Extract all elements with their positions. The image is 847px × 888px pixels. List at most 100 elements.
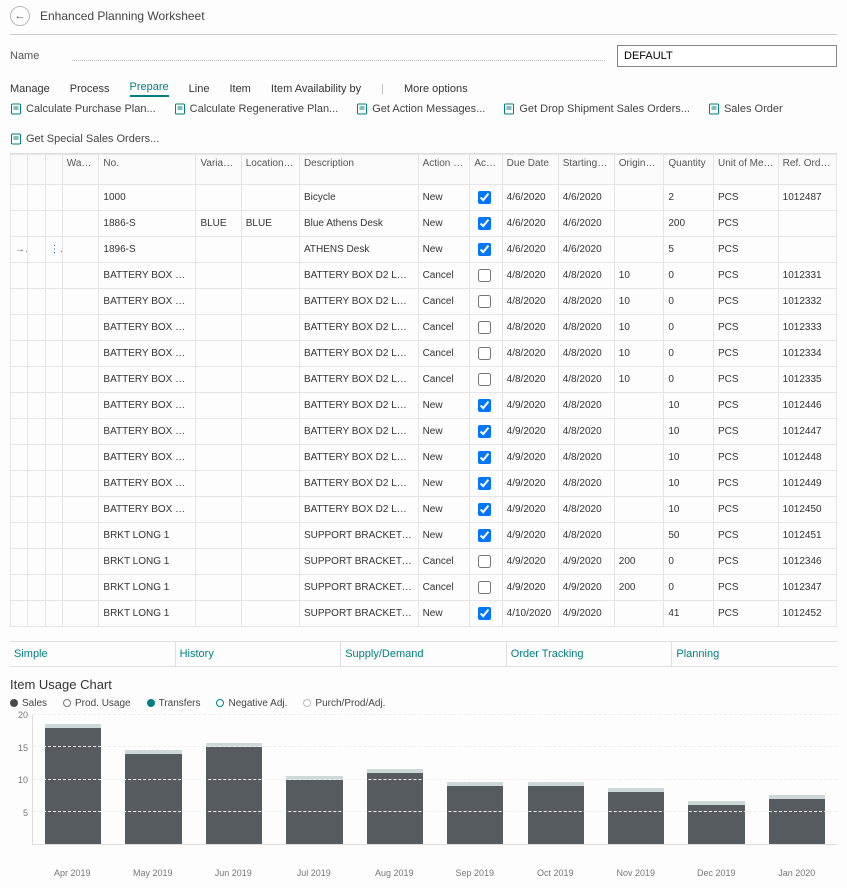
legend-item[interactable]: Sales bbox=[10, 698, 47, 709]
cell[interactable]: Blue Athens Desk bbox=[299, 211, 418, 237]
cell[interactable]: New bbox=[418, 393, 470, 419]
cell[interactable]: 4/9/2020 bbox=[502, 445, 558, 471]
cell[interactable]: 1896-S bbox=[99, 237, 196, 263]
cell[interactable]: 1012450 bbox=[778, 497, 836, 523]
cell[interactable]: 1012446 bbox=[778, 393, 836, 419]
col-header[interactable]: Warn... bbox=[62, 155, 99, 185]
cell[interactable]: 4/9/2020 bbox=[502, 471, 558, 497]
cell[interactable] bbox=[241, 497, 299, 523]
cell[interactable]: 10 bbox=[664, 471, 714, 497]
chart-tab-planning[interactable]: Planning bbox=[671, 641, 837, 666]
table-row[interactable]: BRKT LONG 1SUPPORT BRACKET LONGCancel4/9… bbox=[11, 549, 837, 575]
accept-action-checkbox[interactable] bbox=[470, 263, 502, 289]
cell[interactable]: BATTERY BOX D2 LH AL bbox=[299, 393, 418, 419]
cell[interactable]: 4/6/2020 bbox=[558, 211, 614, 237]
table-row[interactable]: BATTERY BOX D2 LH ALBATTERY BOX D2 LH AL… bbox=[11, 315, 837, 341]
cell[interactable]: 4/9/2020 bbox=[502, 523, 558, 549]
chart-tab-order-tracking[interactable]: Order Tracking bbox=[506, 641, 672, 666]
chart-tab-supply-demand[interactable]: Supply/Demand bbox=[340, 641, 506, 666]
cell[interactable] bbox=[241, 471, 299, 497]
cell[interactable]: 4/8/2020 bbox=[558, 315, 614, 341]
cell[interactable]: PCS bbox=[713, 549, 778, 575]
cell[interactable]: 4/9/2020 bbox=[502, 575, 558, 601]
cell[interactable]: Cancel bbox=[418, 315, 470, 341]
cell[interactable]: 10 bbox=[614, 367, 664, 393]
cell[interactable] bbox=[196, 263, 241, 289]
action-get-drop-shipment-sales-orders-[interactable]: Get Drop Shipment Sales Orders... bbox=[503, 103, 690, 115]
cell[interactable] bbox=[196, 315, 241, 341]
cell[interactable]: 10 bbox=[614, 289, 664, 315]
cell[interactable]: PCS bbox=[713, 471, 778, 497]
bar[interactable] bbox=[757, 715, 837, 844]
legend-item[interactable]: Transfers bbox=[147, 698, 201, 709]
col-header[interactable]: Original Quantity bbox=[614, 155, 664, 185]
cell[interactable]: BATTERY BOX D2 LH AL bbox=[99, 341, 196, 367]
cell[interactable] bbox=[196, 367, 241, 393]
cell[interactable]: 1012448 bbox=[778, 445, 836, 471]
cell[interactable]: BATTERY BOX D2 LH AL bbox=[299, 289, 418, 315]
bar[interactable] bbox=[113, 715, 193, 844]
cell[interactable]: New bbox=[418, 497, 470, 523]
col-header[interactable]: Unit of Measure Code bbox=[713, 155, 778, 185]
cell[interactable]: Cancel bbox=[418, 289, 470, 315]
cell[interactable]: 10 bbox=[614, 341, 664, 367]
cell[interactable] bbox=[614, 393, 664, 419]
cell[interactable]: 1012334 bbox=[778, 341, 836, 367]
cell[interactable]: BATTERY BOX D2 LH AL bbox=[99, 419, 196, 445]
cell[interactable]: 1012347 bbox=[778, 575, 836, 601]
col-header[interactable]: Location Code bbox=[241, 155, 299, 185]
cell[interactable]: 0 bbox=[664, 315, 714, 341]
cell[interactable] bbox=[196, 497, 241, 523]
cell[interactable]: 0 bbox=[664, 289, 714, 315]
cell[interactable]: Bicycle bbox=[299, 185, 418, 211]
cell[interactable] bbox=[241, 445, 299, 471]
cell[interactable]: PCS bbox=[713, 315, 778, 341]
cell[interactable]: PCS bbox=[713, 601, 778, 627]
action-sales-order[interactable]: Sales Order bbox=[708, 103, 783, 115]
cell[interactable]: PCS bbox=[713, 393, 778, 419]
action-get-action-messages-[interactable]: Get Action Messages... bbox=[356, 103, 485, 115]
accept-action-checkbox[interactable] bbox=[470, 445, 502, 471]
cell[interactable]: BATTERY BOX D2 LH AL bbox=[299, 315, 418, 341]
accept-action-checkbox[interactable] bbox=[470, 289, 502, 315]
cell[interactable] bbox=[614, 185, 664, 211]
cell[interactable]: BATTERY BOX D2 LH AL bbox=[99, 497, 196, 523]
table-row[interactable]: BATTERY BOX D2 LH ALBATTERY BOX D2 LH AL… bbox=[11, 367, 837, 393]
cell[interactable]: 4/8/2020 bbox=[558, 393, 614, 419]
cell[interactable]: 4/9/2020 bbox=[558, 601, 614, 627]
cell[interactable] bbox=[778, 237, 836, 263]
cell[interactable]: 4/6/2020 bbox=[502, 237, 558, 263]
cell[interactable]: New bbox=[418, 237, 470, 263]
col-header[interactable]: Description bbox=[299, 155, 418, 185]
cell[interactable]: 10 bbox=[664, 393, 714, 419]
cell[interactable]: Cancel bbox=[418, 367, 470, 393]
cell[interactable]: BRKT LONG 1 bbox=[99, 523, 196, 549]
cell[interactable] bbox=[196, 601, 241, 627]
table-row[interactable]: BATTERY BOX D2 LH ALBATTERY BOX D2 LH AL… bbox=[11, 341, 837, 367]
cell[interactable]: BATTERY BOX D2 LH AL bbox=[299, 445, 418, 471]
cell[interactable]: 50 bbox=[664, 523, 714, 549]
cell[interactable]: 1886-S bbox=[99, 211, 196, 237]
cell[interactable]: PCS bbox=[713, 341, 778, 367]
cell[interactable]: BLUE bbox=[196, 211, 241, 237]
accept-action-checkbox[interactable] bbox=[470, 185, 502, 211]
table-row[interactable]: BATTERY BOX D2 LH ALBATTERY BOX D2 LH AL… bbox=[11, 445, 837, 471]
cell[interactable] bbox=[196, 523, 241, 549]
cell[interactable]: Cancel bbox=[418, 263, 470, 289]
cell[interactable]: BATTERY BOX D2 LH AL bbox=[99, 393, 196, 419]
cell[interactable]: 1012333 bbox=[778, 315, 836, 341]
cell[interactable]: 1012487 bbox=[778, 185, 836, 211]
cell[interactable]: New bbox=[418, 445, 470, 471]
cell[interactable]: 4/9/2020 bbox=[502, 549, 558, 575]
bar[interactable] bbox=[515, 715, 595, 844]
name-input[interactable] bbox=[617, 45, 837, 67]
cell[interactable]: PCS bbox=[713, 445, 778, 471]
accept-action-checkbox[interactable] bbox=[470, 549, 502, 575]
cell[interactable] bbox=[778, 211, 836, 237]
cell[interactable]: 41 bbox=[664, 601, 714, 627]
accept-action-checkbox[interactable] bbox=[470, 575, 502, 601]
cell[interactable]: 4/8/2020 bbox=[558, 341, 614, 367]
accept-action-checkbox[interactable] bbox=[470, 211, 502, 237]
table-row[interactable]: →⋮1896-SATHENS DeskNew4/6/20204/6/20205P… bbox=[11, 237, 837, 263]
cell[interactable]: 4/8/2020 bbox=[558, 445, 614, 471]
